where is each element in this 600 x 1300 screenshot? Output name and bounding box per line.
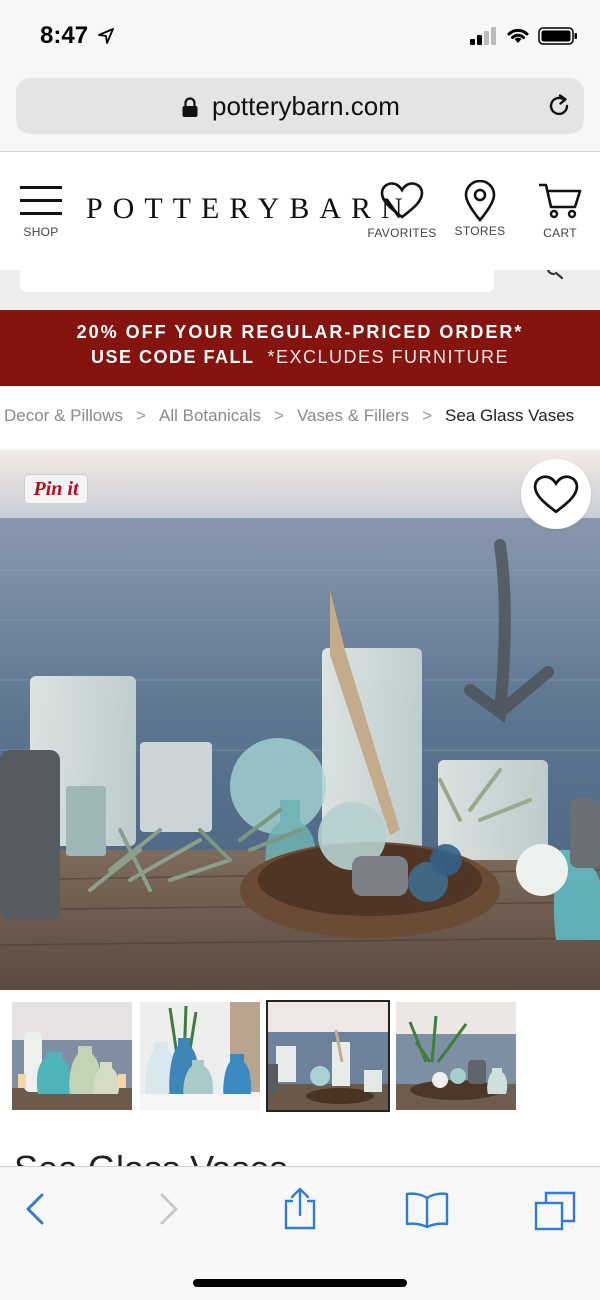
add-to-favorites-button[interactable]: [521, 459, 591, 529]
thumbnail-2[interactable]: [140, 1002, 260, 1110]
status-time: 8:47: [40, 22, 89, 49]
share-icon[interactable]: [282, 1187, 318, 1231]
shop-label: SHOP: [23, 225, 59, 239]
breadcrumb-link[interactable]: Decor & Pillows: [4, 406, 123, 425]
thumbnail-1[interactable]: [12, 1002, 132, 1110]
breadcrumb: Decor & Pillows > All Botanicals > Vases & F…: [4, 406, 574, 426]
promo-code-line: USE CODE FALL *EXCLUDES FURNITURE: [0, 347, 600, 368]
url-text: potterybarn.com: [212, 91, 400, 121]
cart-button[interactable]: CART: [536, 182, 584, 240]
stores-button[interactable]: STORES: [452, 180, 508, 238]
search-input[interactable]: [20, 270, 494, 292]
favorites-label: FAVORITES: [367, 226, 437, 240]
hamburger-icon: [14, 186, 68, 215]
battery-icon: [538, 27, 577, 45]
breadcrumb-link[interactable]: Vases & Fillers: [297, 406, 409, 425]
breadcrumb-separator: >: [422, 406, 433, 425]
thumbnail-4[interactable]: [396, 1002, 516, 1110]
thumbnail-image: [12, 1002, 132, 1110]
breadcrumb-link[interactable]: All Botanicals: [159, 406, 261, 425]
promo-code: USE CODE FALL: [90, 347, 255, 367]
promo-headline: 20% OFF YOUR REGULAR-PRICED ORDER*: [76, 322, 524, 342]
cart-icon: [539, 183, 582, 219]
site-header: SHOP POTTERYBARN FAVORITES STORES CART: [0, 152, 600, 270]
favorites-button[interactable]: FAVORITES: [366, 182, 438, 240]
cellular-signal-icon: [470, 27, 496, 45]
thumbnail-image: [396, 1002, 516, 1110]
cart-label: CART: [543, 226, 577, 240]
heart-icon: [533, 475, 579, 514]
address-bar[interactable]: potterybarn.com: [16, 78, 584, 134]
breadcrumb-separator: >: [136, 406, 146, 425]
browser-toolbar: potterybarn.com: [0, 72, 600, 152]
search-area: [0, 270, 600, 310]
promo-banner[interactable]: 20% OFF YOUR REGULAR-PRICED ORDER* USE C…: [0, 310, 600, 386]
thumbnail-image: [268, 1002, 388, 1110]
thumbnail-image: [140, 1002, 260, 1110]
wifi-icon: [507, 28, 529, 43]
location-arrow-icon: [98, 28, 114, 44]
status-bar: 8:47: [0, 0, 600, 72]
tabs-icon[interactable]: [534, 1191, 576, 1231]
forward-icon[interactable]: [158, 1191, 180, 1227]
search-icon[interactable]: [544, 270, 566, 280]
breadcrumb-current: Sea Glass Vases: [445, 406, 575, 425]
thumbnail-strip: [12, 1000, 588, 1112]
lock-icon: [182, 97, 198, 117]
browser-bottom-toolbar: [0, 1166, 600, 1300]
home-indicator: [193, 1279, 407, 1287]
heart-icon: [380, 182, 424, 219]
product-hero-image[interactable]: Pin it: [0, 450, 600, 990]
back-icon[interactable]: [24, 1191, 46, 1227]
promo-exclusion: *EXCLUDES FURNITURE: [267, 347, 510, 367]
thumbnail-3[interactable]: [266, 1000, 390, 1112]
bookmarks-icon[interactable]: [404, 1191, 450, 1229]
stores-label: STORES: [454, 224, 506, 238]
shop-menu-button[interactable]: SHOP: [14, 186, 68, 250]
pin-it-button[interactable]: Pin it: [24, 474, 88, 504]
hero-photo: [0, 450, 600, 990]
map-pin-icon: [464, 180, 496, 222]
brand-logo[interactable]: POTTERYBARN: [86, 192, 413, 226]
reload-icon[interactable]: [546, 93, 572, 119]
breadcrumb-separator: >: [274, 406, 284, 425]
